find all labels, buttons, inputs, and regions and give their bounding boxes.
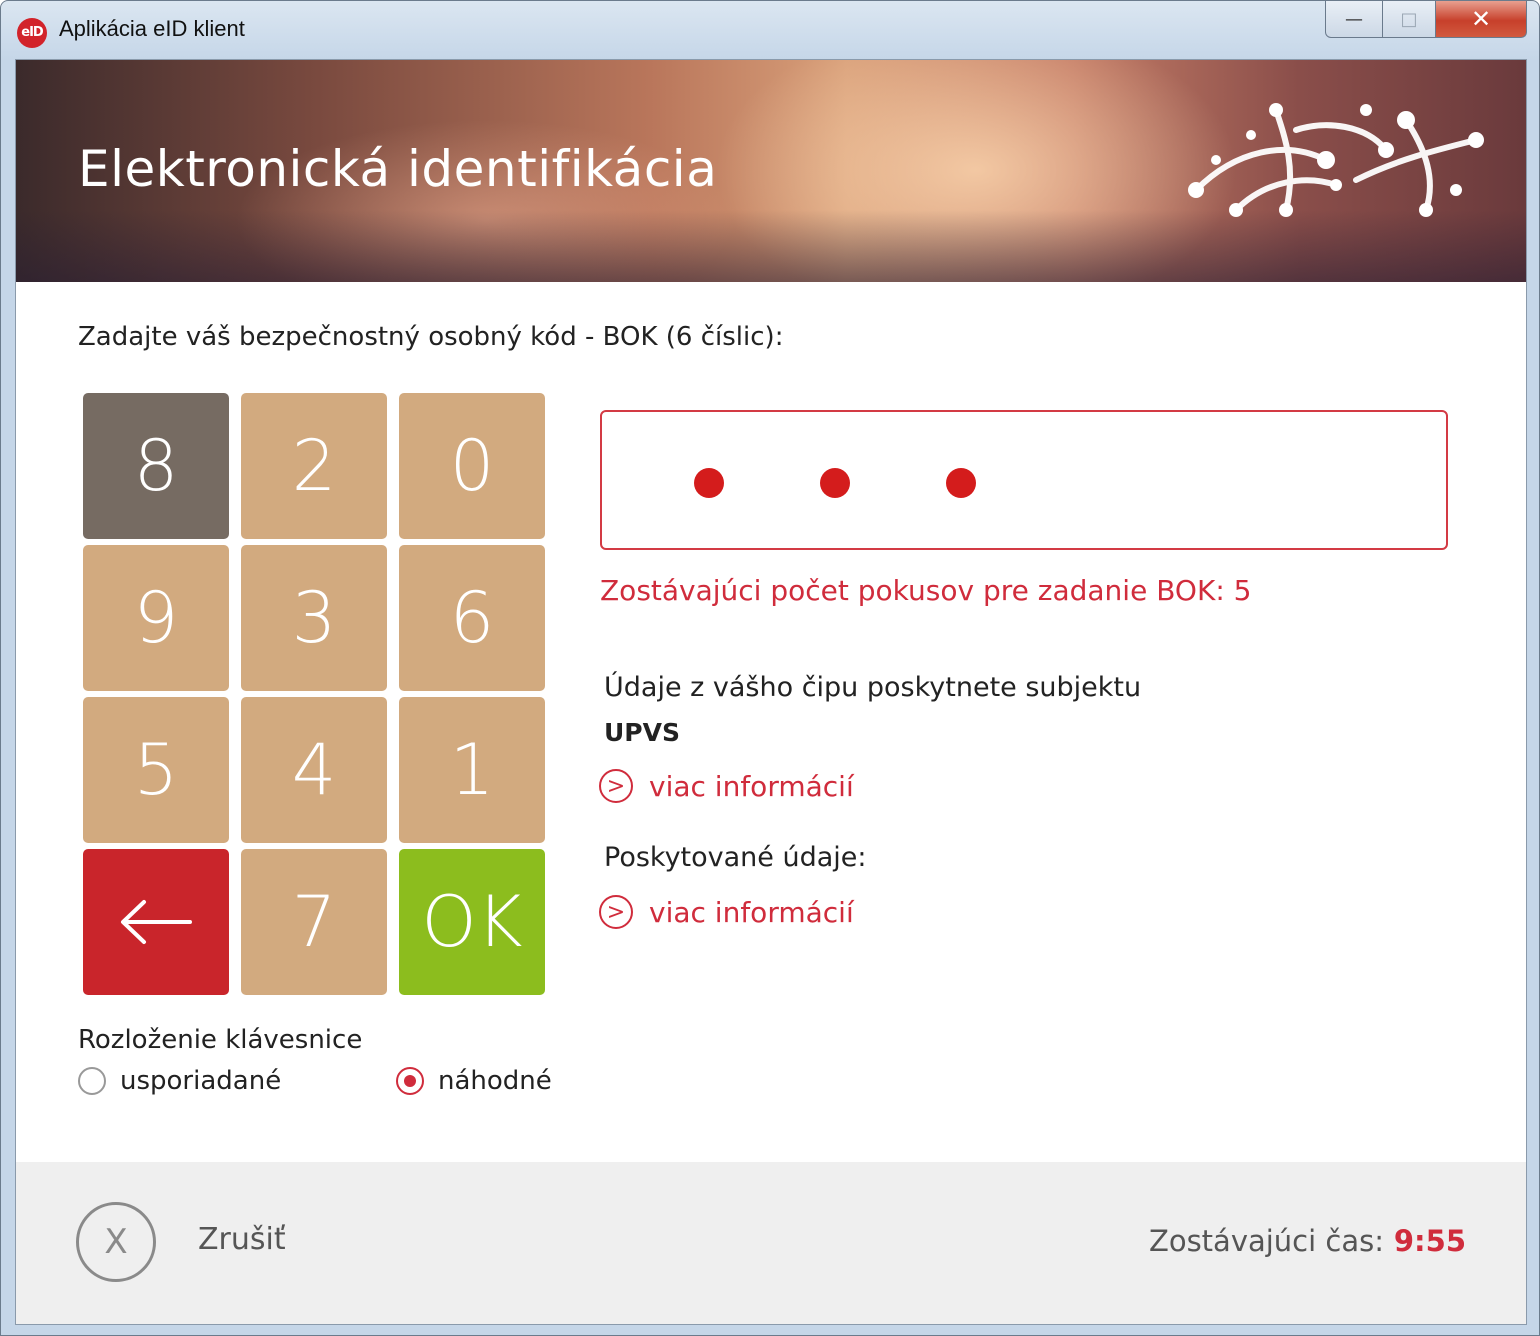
key-3[interactable]: 3 (241, 545, 387, 691)
maximize-button[interactable]: □ (1383, 1, 1436, 38)
remaining-attempts: Zostávajúci počet pokusov pre zadanie BO… (600, 574, 1252, 607)
maximize-icon: □ (1400, 8, 1418, 30)
remaining-time-value: 9:55 (1393, 1224, 1466, 1258)
cancel-label[interactable]: Zrušiť (198, 1222, 286, 1257)
arrow-left-icon (121, 900, 192, 944)
provided-more-info-link[interactable]: > viac informácií (599, 892, 854, 932)
data-recipient-label: Údaje z vášho čipu poskytnete subjektu (604, 672, 1142, 703)
key-7[interactable]: 7 (241, 849, 387, 995)
close-icon: ✕ (1470, 5, 1492, 33)
banner-title: Elektronická identifikácia (78, 140, 718, 198)
key-0[interactable]: 0 (399, 393, 545, 539)
header-banner: Elektronická identifikácia (16, 60, 1526, 282)
provided-data-label: Poskytované údaje: (604, 842, 867, 873)
pin-dot (946, 468, 976, 498)
radio-random[interactable]: náhodné (396, 1066, 552, 1096)
minimize-button[interactable]: — (1325, 1, 1383, 38)
key-5[interactable]: 5 (83, 697, 229, 843)
radio-circle-selected[interactable] (396, 1067, 424, 1095)
data-recipient-subject: UPVS (604, 718, 680, 747)
eid-app-icon: eID (17, 18, 47, 48)
key-4[interactable]: 4 (241, 697, 387, 843)
window-controls: — □ ✕ (1325, 1, 1527, 39)
more-info-text: viac informácií (649, 769, 854, 803)
key-6[interactable]: 6 (399, 545, 545, 691)
keyboard-layout-label: Rozloženie klávesnice (78, 1025, 363, 1055)
remaining-time-label: Zostávajúci čas: (1148, 1224, 1384, 1258)
cancel-button[interactable]: X (76, 1202, 156, 1282)
radio-ordered-label: usporiadané (120, 1066, 282, 1096)
window-title: Aplikácia eID klient (59, 16, 245, 41)
pin-keypad: 8 2 0 9 3 6 5 4 1 7 OK (83, 393, 547, 995)
minimize-icon: — (1345, 8, 1363, 30)
pin-dot (694, 468, 724, 498)
pin-prompt: Zadajte váš bezpečnostný osobný kód - BO… (78, 322, 784, 352)
key-2[interactable]: 2 (241, 393, 387, 539)
title-bar[interactable]: eID Aplikácia eID klient — □ ✕ (1, 1, 1539, 59)
key-1[interactable]: 1 (399, 697, 545, 843)
decorative-flower-logo (1188, 103, 1484, 217)
dialog-content: Elektronická identifikácia Zadajte váš b… (15, 59, 1527, 1325)
chevron-right-icon: > (599, 769, 633, 803)
more-info-text: viac informácií (649, 895, 854, 929)
recipient-more-info-link[interactable]: > viac informácií (599, 766, 854, 806)
close-button[interactable]: ✕ (1436, 1, 1527, 38)
footer-bar: X Zrušiť Zostávajúci čas: 9:55 (16, 1162, 1526, 1324)
radio-circle[interactable] (78, 1067, 106, 1095)
key-9[interactable]: 9 (83, 545, 229, 691)
app-window: eID Aplikácia eID klient — □ ✕ Elektroni… (0, 0, 1540, 1336)
key-8[interactable]: 8 (83, 393, 229, 539)
radio-ordered[interactable]: usporiadané (78, 1066, 281, 1096)
pin-entry-field[interactable] (600, 410, 1448, 550)
backspace-button[interactable] (83, 849, 229, 995)
pin-dot (820, 468, 850, 498)
radio-random-label: náhodné (438, 1066, 552, 1096)
chevron-right-icon: > (599, 895, 633, 929)
close-icon: X (104, 1222, 128, 1262)
ok-button[interactable]: OK (399, 849, 545, 995)
